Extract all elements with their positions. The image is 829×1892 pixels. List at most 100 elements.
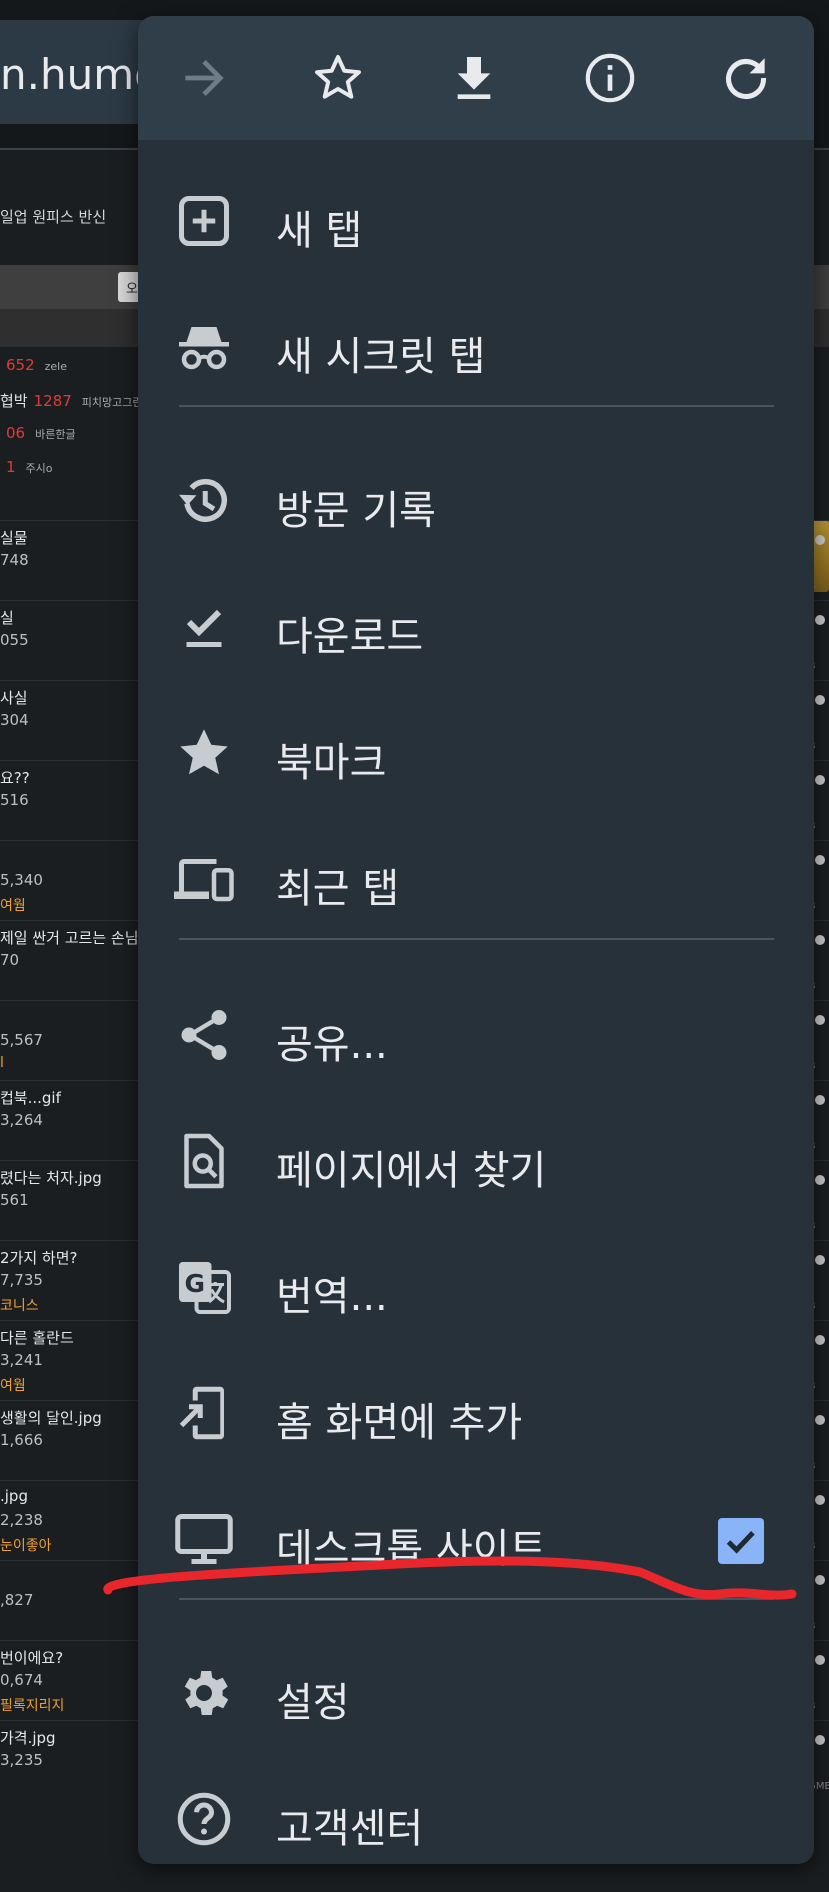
post-author: 코니스 [0,1298,39,1314]
post-view-count: ,827 [0,1591,34,1609]
menu-item-add-to-home[interactable]: 홈 화면에 추가 [138,1350,814,1476]
page-info-button[interactable] [570,38,650,118]
post-view-count: 516 [0,791,29,809]
add-to-home-screen-icon [174,1383,234,1443]
post-indicator-dot [815,1655,825,1665]
post-indicator-dot [815,935,825,945]
post-title: 생활의 달인.jpg [0,1409,102,1427]
menu-item-label: 새 탭 [276,208,363,254]
gear-icon [174,1663,234,1723]
post-title: 실물 [0,529,28,547]
post-author: 눈이좋아 [0,1538,52,1554]
post-author: 여웜 [0,1378,26,1394]
post-view-count: 304 [0,711,29,729]
menu-item-label: 번역... [276,1274,388,1320]
menu-divider [179,405,774,407]
help-icon [174,1789,234,1849]
translate-icon: G [174,1257,234,1317]
post-view-count: 561 [0,1191,29,1209]
forward-button[interactable] [164,38,244,118]
ranking-item[interactable]: 1 주시o [0,458,53,476]
menu-item-new-tab[interactable]: 새 탭 [138,158,814,284]
download-icon [457,57,491,99]
post-indicator-dot [815,1735,825,1745]
menu-toolbar [138,16,814,140]
desktop-site-checkbox[interactable] [718,1518,764,1564]
history-icon [174,471,234,531]
info-icon [585,53,635,103]
menu-item-history[interactable]: 방문 기록 [138,438,814,564]
post-title: 제일 싼거 고르는 손님 [0,929,139,947]
menu-item-recent-tabs[interactable]: 최근 탭 [138,816,814,942]
post-indicator-dot [815,695,825,705]
menu-item-label: 최근 탭 [276,866,400,912]
post-view-count: 5,567 [0,1031,43,1049]
menu-item-label: 북마크 [276,740,387,786]
post-title: .jpg [0,1487,28,1505]
ranking-item[interactable]: 협박 1287 피치망고그린 [0,390,143,411]
menu-item-bookmarks[interactable]: 북마크 [138,690,814,816]
post-view-count: 5,340 [0,871,43,889]
reload-button[interactable] [706,38,786,118]
menu-item-find-in-page[interactable]: 페이지에서 찾기 [138,1098,814,1224]
arrow-forward-icon [185,60,224,96]
post-view-count: 748 [0,551,29,569]
post-view-count: 70 [0,951,20,969]
menu-item-downloads[interactable]: 다운로드 [138,564,814,690]
ranking-item[interactable]: 652 zele [0,356,67,374]
download-done-icon [174,597,234,657]
post-title: 렸다는 처자.jpg [0,1169,102,1187]
post-indicator-dot [815,535,825,545]
post-indicator-dot [815,1015,825,1025]
menu-item-settings[interactable]: 설정 [138,1630,814,1756]
incognito-icon [174,317,234,377]
post-view-count: 055 [0,631,29,649]
post-view-count: 3,264 [0,1111,43,1129]
menu-item-desktop-site[interactable]: 데스크톱 사이트 [138,1476,814,1602]
menu-item-label: 데스크톱 사이트 [276,1526,547,1572]
post-title: 컵북...gif [0,1089,61,1107]
find-in-page-icon [174,1131,234,1191]
menu-item-label: 고객센터 [276,1806,424,1852]
post-title: 2가지 하면? [0,1249,78,1267]
menu-item-label: 페이지에서 찾기 [276,1148,547,1194]
post-view-count: 1,666 [0,1431,43,1449]
post-indicator-dot [815,1095,825,1105]
menu-item-help[interactable]: 고객센터 [138,1756,814,1864]
download-page-button[interactable] [434,38,514,118]
post-indicator-dot [815,1415,825,1425]
menu-divider [179,938,774,940]
svg-text:G: G [185,1269,206,1298]
menu-item-new-incognito-tab[interactable]: 새 시크릿 탭 [138,284,814,410]
page-headline[interactable]: 일업 원피스 반신 [0,206,106,227]
share-icon [174,1005,234,1065]
ranking-item[interactable]: 06 바른한글 [0,424,76,442]
add-box-icon [174,191,234,251]
post-title: 요?? [0,769,30,787]
post-title: 사실 [0,689,28,707]
menu-item-label: 홈 화면에 추가 [276,1400,523,1446]
post-indicator-dot [815,1495,825,1505]
desktop-icon [174,1509,234,1569]
post-title: 번이에요? [0,1649,64,1667]
post-indicator-dot [815,855,825,865]
post-title: 실 [0,609,14,627]
post-title: 가격.jpg [0,1729,56,1747]
bookmark-button[interactable] [298,38,378,118]
post-author: l [0,1055,4,1071]
menu-divider [179,1598,774,1600]
menu-item-label: 방문 기록 [276,488,436,534]
star-outline-icon [315,55,361,99]
star-filled-icon [174,723,234,783]
menu-item-translate[interactable]: G 번역... [138,1224,814,1350]
post-indicator-dot [815,615,825,625]
reload-icon [726,58,767,100]
post-view-count: 2,238 [0,1511,43,1529]
post-view-count: 7,735 [0,1271,43,1289]
menu-item-share[interactable]: 공유... [138,972,814,1098]
browser-overflow-menu: 새 탭 새 시크릿 탭 방문 기록 다운로드 북마크 최근 탭 공유... 페이… [138,16,814,1864]
post-author: 필록지리지 [0,1698,65,1714]
menu-item-label: 새 시크릿 탭 [276,334,486,380]
post-indicator-dot [815,1335,825,1345]
post-indicator-dot [815,1575,825,1585]
